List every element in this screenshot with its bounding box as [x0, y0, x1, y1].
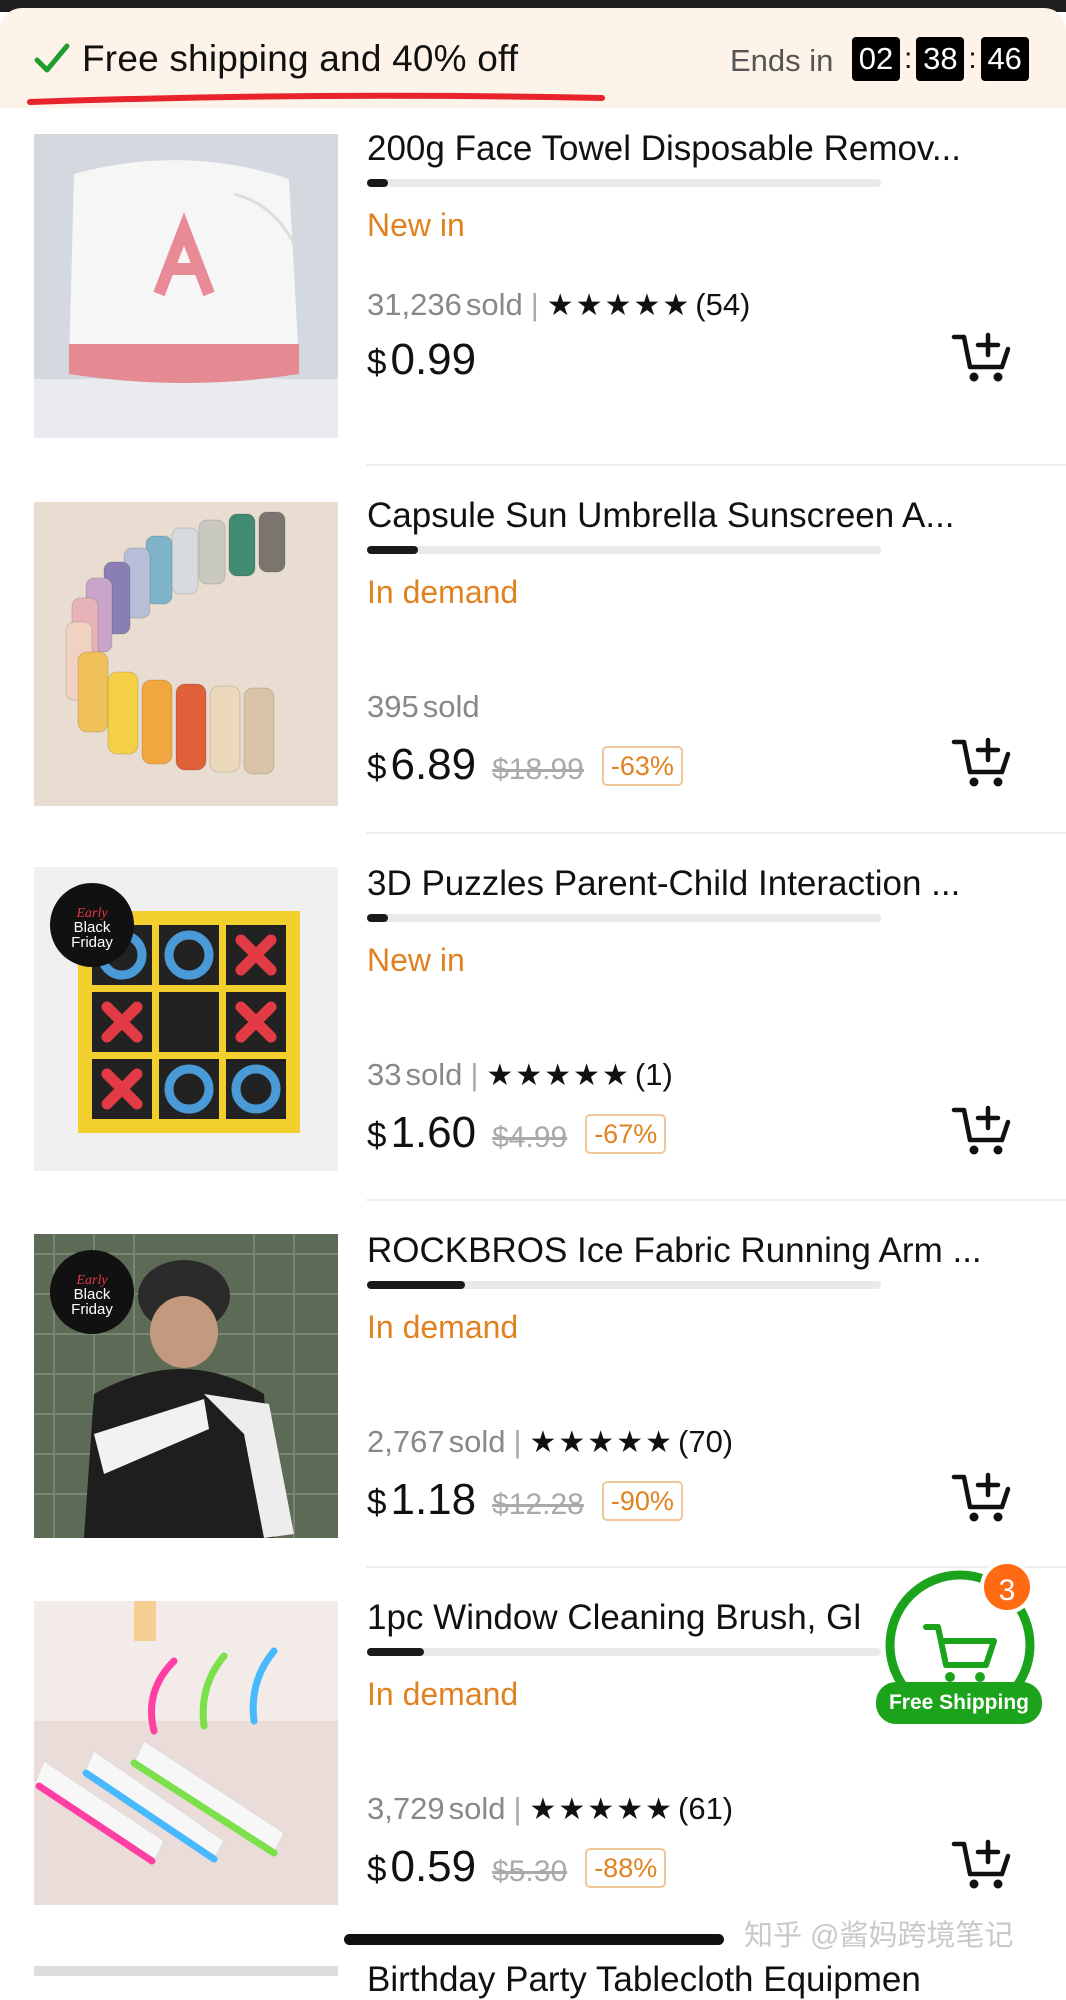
progress-fill: [367, 1648, 424, 1656]
star-rating-icon: ★★★★★: [486, 1058, 631, 1092]
price-row: $ 0.99: [367, 335, 476, 385]
progress-bar: [367, 546, 881, 554]
review-count: (54): [695, 287, 751, 322]
status-tag: New in: [367, 207, 465, 243]
progress-bar: [367, 914, 881, 922]
timer-minutes: 38: [916, 37, 965, 81]
sold-count: 395: [367, 689, 419, 724]
add-to-cart-icon[interactable]: [950, 1102, 1016, 1158]
product-image-tic-tac-toe[interactable]: Early Black Friday: [34, 867, 338, 1171]
product-image-arm-sleeve[interactable]: Early Black Friday: [34, 1234, 338, 1538]
sold-count: 33: [367, 1057, 402, 1092]
discount-badge: -88%: [585, 1848, 667, 1888]
original-price: $5.30: [492, 1855, 568, 1888]
price: 6.89: [390, 740, 477, 789]
review-count: (1): [634, 1057, 673, 1092]
progress-fill: [367, 179, 388, 187]
product-title[interactable]: ROCKBROS Ice Fabric Running Arm ...: [367, 1231, 982, 1271]
timer-hours: 02: [852, 37, 900, 81]
product-title[interactable]: 3D Puzzles Parent-Child Interaction ...: [367, 864, 960, 904]
price-row: $ 6.89 $18.99 -63%: [367, 740, 683, 790]
sold-label: sold: [405, 1057, 463, 1092]
timer-seconds: 46: [980, 37, 1029, 81]
discount-badge: -67%: [585, 1114, 667, 1154]
review-count: (61): [678, 1791, 734, 1826]
progress-bar: [367, 1281, 881, 1289]
sales-meta: 2,767 sold | ★★★★★ (70): [367, 1424, 734, 1459]
price: 1.18: [390, 1475, 477, 1524]
product-card[interactable]: 200g Face Towel Disposable Remov... New …: [0, 105, 1066, 471]
status-tag: New in: [367, 942, 465, 978]
svg-text:Friday: Friday: [71, 1301, 113, 1318]
progress-fill: [367, 1281, 465, 1289]
review-count: (70): [678, 1424, 734, 1459]
original-price: $12.28: [492, 1488, 584, 1521]
currency-symbol: $: [367, 343, 387, 382]
currency-symbol: $: [367, 1116, 387, 1155]
add-to-cart-icon[interactable]: [950, 1836, 1016, 1892]
discount-badge: -63%: [601, 746, 683, 786]
star-rating-icon: ★★★★★: [529, 1792, 674, 1826]
progress-bar: [367, 179, 881, 187]
divider: [366, 832, 1066, 834]
progress-fill: [367, 914, 388, 922]
product-card[interactable]: Capsule Sun Umbrella Sunscreen A... In d…: [0, 464, 1066, 830]
status-tag: In demand: [367, 1676, 519, 1712]
product-title[interactable]: 200g Face Towel Disposable Remov...: [367, 129, 961, 169]
currency-symbol: $: [367, 1850, 387, 1889]
product-image-umbrella[interactable]: [34, 502, 338, 806]
product-image-next[interactable]: [34, 1966, 338, 1976]
progress-bar: [367, 1648, 881, 1656]
promo-banner: Free shipping and 40% off Ends in 02 : 3…: [0, 8, 1066, 108]
home-indicator[interactable]: [344, 1934, 724, 1945]
price: 1.60: [390, 1108, 477, 1157]
product-image-window-brush[interactable]: [34, 1601, 338, 1905]
add-to-cart-icon[interactable]: [950, 734, 1016, 790]
product-image-face-towel[interactable]: [34, 134, 338, 438]
product-title[interactable]: Capsule Sun Umbrella Sunscreen A...: [367, 496, 955, 536]
sold-label: sold: [448, 1424, 506, 1459]
status-tag: In demand: [367, 1309, 519, 1345]
sold-label: sold: [422, 689, 480, 724]
divider: [366, 1199, 1066, 1201]
divider: [366, 464, 1066, 466]
sold-label: sold: [448, 1791, 506, 1826]
original-price: $18.99: [492, 753, 584, 786]
free-shipping-text: Free shipping and 40% off: [82, 38, 519, 79]
add-to-cart-icon[interactable]: [950, 329, 1016, 385]
sold-count: 3,729: [367, 1791, 445, 1826]
sales-meta: 395 sold: [367, 689, 480, 725]
product-title-next[interactable]: Birthday Party Tablecloth Equipmen: [367, 1960, 921, 2000]
sold-count: 2,767: [367, 1424, 445, 1459]
sales-meta: 3,729 sold | ★★★★★ (61): [367, 1791, 734, 1826]
check-icon: [34, 43, 70, 73]
currency-symbol: $: [367, 748, 387, 787]
price-row: $ 1.18 $12.28 -90%: [367, 1475, 683, 1525]
discount-badge: -90%: [601, 1481, 683, 1521]
star-rating-icon: ★★★★★: [529, 1425, 674, 1459]
free-shipping-cart-label[interactable]: Free Shipping: [876, 1682, 1042, 1724]
price-row: $ 0.59 $5.30 -88%: [367, 1842, 667, 1892]
currency-symbol: $: [367, 1483, 387, 1522]
countdown-timer: 02 : 38 : 46: [852, 36, 1029, 82]
svg-text:Friday: Friday: [71, 934, 113, 951]
sold-count: 31,236: [367, 287, 462, 322]
price: 0.59: [390, 1842, 477, 1891]
product-title[interactable]: 1pc Window Cleaning Brush, Gl: [367, 1598, 861, 1638]
status-tag: In demand: [367, 574, 519, 610]
ends-in-label: Ends in: [730, 43, 834, 78]
watermark: 知乎 @酱妈跨境笔记: [744, 1920, 1014, 1952]
product-card[interactable]: Early Black Friday ROCKBROS Ice Fabric R…: [0, 1199, 1066, 1565]
original-price: $4.99: [492, 1121, 568, 1154]
add-to-cart-icon[interactable]: [950, 1469, 1016, 1525]
price: 0.99: [390, 335, 477, 384]
sales-meta: 31,236 sold | ★★★★★ (54): [367, 287, 751, 322]
sales-meta: 33 sold | ★★★★★ (1): [367, 1057, 673, 1092]
product-card[interactable]: Early Black Friday 3D Puzzles Parent-Chi…: [0, 832, 1066, 1198]
sold-label: sold: [465, 287, 523, 322]
progress-fill: [367, 546, 419, 554]
star-rating-icon: ★★★★★: [546, 288, 692, 322]
cart-count-badge: 3: [980, 1560, 1034, 1614]
price-row: $ 1.60 $4.99 -67%: [367, 1108, 667, 1158]
